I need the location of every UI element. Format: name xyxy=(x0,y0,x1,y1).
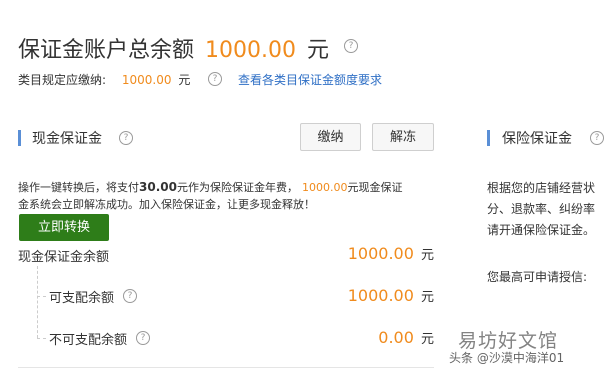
account-total-title: 保证金账户总余额 1000.00 元 xyxy=(18,32,329,64)
unavailable-unit: 元 xyxy=(420,332,434,347)
pay-button[interactable]: 缴纳 xyxy=(300,123,361,151)
unavailable-amount: 0.00 xyxy=(378,328,414,347)
notice-fee-amount: 30.00 xyxy=(139,180,177,194)
section-marker xyxy=(487,130,490,146)
cash-balance-label: 现金保证金余额 xyxy=(18,250,110,265)
insurance-description: 根据您的店铺经营状 分、退款率、纠纷率 请开通保险保证金。 xyxy=(487,178,605,241)
cash-balance-value: 1000.00 元 xyxy=(348,244,434,263)
conversion-notice: 操作一键转换后，将支付30.00元作为保险保证金年费， 1000.00元现金保证 … xyxy=(18,179,438,213)
cash-balance-amount: 1000.00 xyxy=(347,244,414,263)
unavailable-balance-value: 0.00 元 xyxy=(378,328,434,347)
insurance-text-line: 分、退款率、纠纷率 xyxy=(487,202,596,216)
available-amount: 1000.00 xyxy=(347,286,414,305)
available-balance-label: 可支配余额 xyxy=(49,291,115,306)
required-label: 类目规定应缴纳: xyxy=(18,73,107,87)
insurance-section-title: 保险保证金 xyxy=(502,131,572,147)
tree-connector xyxy=(37,296,46,297)
convert-now-button[interactable]: 立即转换 xyxy=(19,214,109,241)
total-amount: 1000.00 xyxy=(205,38,296,63)
required-amount: 1000.00 xyxy=(121,73,172,87)
watermark-credit: 头条 @沙漠中海洋01 xyxy=(449,351,565,365)
section-marker xyxy=(18,130,21,146)
available-unit: 元 xyxy=(420,290,434,305)
help-icon[interactable]: ? xyxy=(136,331,150,345)
help-icon[interactable]: ? xyxy=(344,39,358,53)
required-unit: 元 xyxy=(178,73,191,87)
total-unit: 元 xyxy=(307,38,330,63)
title-text: 保证金账户总余额 xyxy=(18,38,195,63)
tree-connector xyxy=(37,338,46,339)
max-credit-label: 您最高可申请授信: xyxy=(487,270,588,284)
available-balance-value: 1000.00 元 xyxy=(348,286,434,305)
insurance-text-line: 根据您的店铺经营状 xyxy=(487,181,596,195)
notice-text: 操作一键转换后，将支付 xyxy=(18,181,139,194)
tree-connector xyxy=(37,266,38,338)
view-requirements-link[interactable]: 查看各类目保证金额度要求 xyxy=(238,71,382,88)
unavailable-balance-label: 不可支配余额 xyxy=(49,333,128,348)
help-icon[interactable]: ? xyxy=(119,131,133,145)
notice-text: 元现金保证 xyxy=(347,181,403,194)
help-icon[interactable]: ? xyxy=(123,289,137,303)
unfreeze-button[interactable]: 解冻 xyxy=(372,123,434,151)
notice-release-amount: 1000.00 xyxy=(301,181,348,194)
notice-line-1: 操作一键转换后，将支付30.00元作为保险保证金年费， 1000.00元现金保证 xyxy=(18,179,438,196)
cash-section-title: 现金保证金 xyxy=(32,131,102,147)
notice-line-2: 金系统会立即解冻成功。加入保险保证金，让更多现金释放！ xyxy=(18,198,315,211)
help-icon[interactable]: ? xyxy=(208,72,222,86)
notice-text: 元作为保险保证金年费， xyxy=(176,181,298,194)
cash-balance-unit: 元 xyxy=(420,248,434,263)
insurance-text-line: 请开通保险保证金。 xyxy=(487,223,596,237)
required-row: 类目规定应缴纳: 1000.00 元 xyxy=(18,71,190,88)
bottom-divider xyxy=(18,367,434,368)
help-icon[interactable]: ? xyxy=(590,131,604,145)
